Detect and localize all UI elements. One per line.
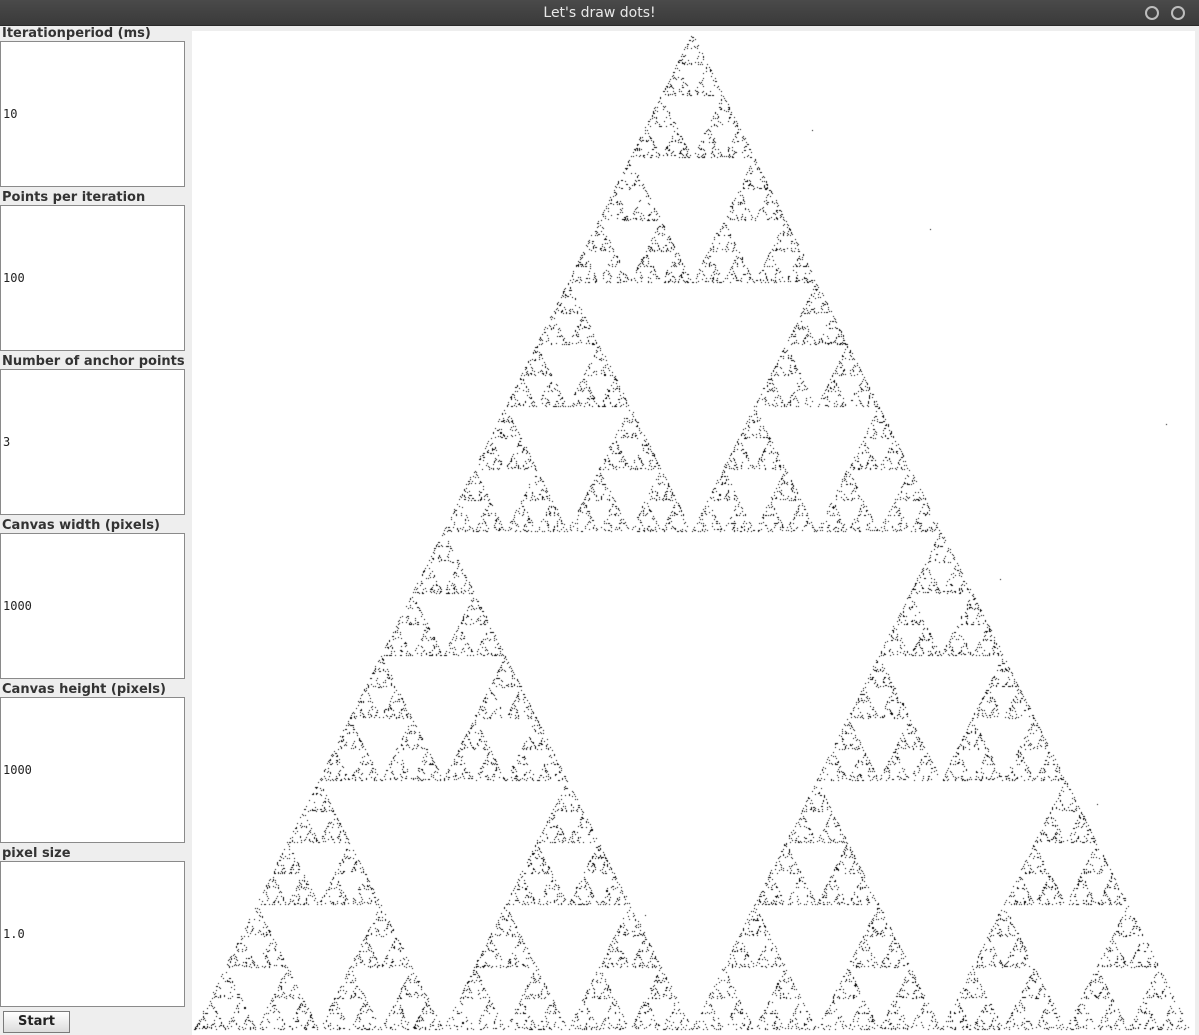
app-window: Let's draw dots! Iterationperiod (ms) Po… (0, 0, 1199, 1035)
anchor-points-input[interactable] (0, 369, 185, 515)
points-per-iteration-label: Points per iteration (2, 190, 146, 205)
pixel-size-input[interactable] (0, 861, 185, 1007)
drawing-canvas-area[interactable] (192, 31, 1195, 1035)
settings-panel: Iterationperiod (ms) Points per iteratio… (0, 26, 190, 1035)
anchor-points-label: Number of anchor points (2, 354, 185, 369)
canvas-width-input[interactable] (0, 533, 185, 679)
canvas-width-label: Canvas width (pixels) (2, 518, 160, 533)
dots-canvas[interactable] (192, 31, 1195, 1035)
minimize-window-icon[interactable] (1145, 6, 1159, 20)
points-per-iteration-input[interactable] (0, 205, 185, 351)
start-button[interactable]: Start (3, 1011, 70, 1033)
canvas-height-label: Canvas height (pixels) (2, 682, 166, 697)
iteration-period-label: Iterationperiod (ms) (2, 26, 151, 41)
window-title: Let's draw dots! (543, 5, 656, 21)
canvas-height-input[interactable] (0, 697, 185, 843)
pixel-size-label: pixel size (2, 846, 71, 861)
close-window-icon[interactable] (1171, 6, 1185, 20)
iteration-period-input[interactable] (0, 41, 185, 187)
title-bar[interactable]: Let's draw dots! (0, 0, 1199, 26)
